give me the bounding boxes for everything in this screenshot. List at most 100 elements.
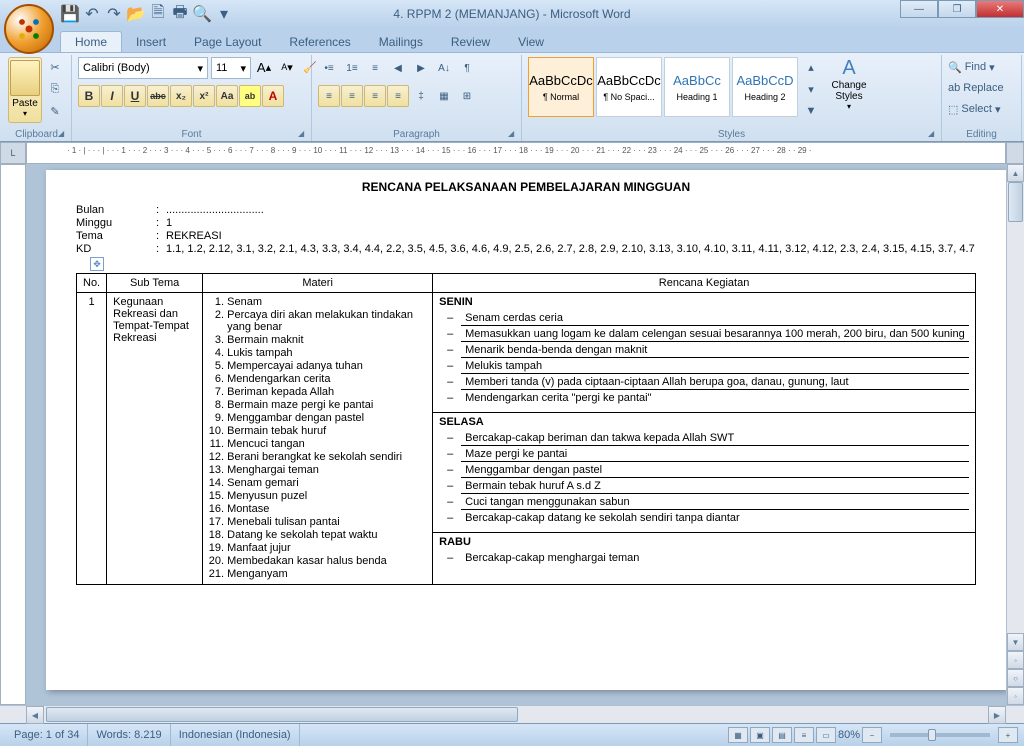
styles-launcher[interactable]: ◢ [928, 129, 938, 139]
vertical-scrollbar[interactable]: ▲ ▼ ◦ ○ ◦ [1006, 164, 1024, 705]
draft-view-button[interactable]: ▭ [816, 727, 836, 743]
document-table: No.Sub TemaMateriRencana Kegiatan 1 Kegu… [76, 273, 976, 585]
scroll-track[interactable] [1007, 182, 1024, 633]
style-item[interactable]: AaBbCcDc¶ No Spaci... [596, 57, 662, 117]
align-center-button[interactable]: ≡ [341, 85, 363, 107]
scroll-right-button[interactable]: ▶ [988, 706, 1006, 724]
font-launcher[interactable]: ◢ [298, 129, 308, 139]
gallery-up-button[interactable]: ▴ [801, 57, 821, 77]
justify-button[interactable]: ≡ [387, 85, 409, 107]
decrease-indent-button[interactable]: ◀ [387, 57, 409, 79]
highlight-button[interactable]: ab [239, 85, 261, 107]
h-scroll-track[interactable] [44, 706, 988, 723]
show-marks-button[interactable]: ¶ [456, 57, 478, 79]
qat-print-icon[interactable]: 🖶 [170, 4, 190, 24]
paragraph-launcher[interactable]: ◢ [508, 129, 518, 139]
shrink-font-button[interactable]: A▾ [277, 57, 297, 77]
close-button[interactable]: ✕ [976, 0, 1024, 18]
minimize-button[interactable]: — [900, 0, 938, 18]
tab-review[interactable]: Review [437, 32, 504, 52]
materi-item: Datang ke sekolah tepat waktu [227, 529, 426, 541]
select-button[interactable]: ⬚Select▾ [948, 99, 1001, 119]
outline-view-button[interactable]: ≡ [794, 727, 814, 743]
qat-open-icon[interactable]: 📂 [126, 4, 146, 24]
sort-button[interactable]: A↓ [433, 57, 455, 79]
scroll-thumb[interactable] [1008, 182, 1023, 222]
ruler-corner[interactable]: L [0, 142, 26, 164]
font-size-combo[interactable]: 11▾ [211, 57, 251, 79]
horizontal-ruler[interactable]: · 1 · | · · · | · · · 1 · · · 2 · · · 3 … [26, 142, 1006, 164]
zoom-thumb[interactable] [928, 729, 936, 741]
tab-view[interactable]: View [504, 32, 558, 52]
qat-dropdown-icon[interactable]: ▾ [214, 4, 234, 24]
qat-undo-icon[interactable]: ↶ [82, 4, 102, 24]
increase-indent-button[interactable]: ▶ [410, 57, 432, 79]
qat-redo-icon[interactable]: ↷ [104, 4, 124, 24]
bold-button[interactable]: B [78, 85, 100, 107]
shading-button[interactable]: ▦ [433, 85, 455, 107]
scroll-up-button[interactable]: ▲ [1007, 164, 1024, 182]
tab-home[interactable]: Home [60, 31, 122, 52]
format-painter-button[interactable]: ✎ [45, 101, 65, 121]
multilevel-button[interactable]: ≡ [364, 57, 386, 79]
horizontal-scrollbar[interactable]: ◀ ▶ [0, 705, 1024, 723]
style-item[interactable]: AaBbCcDHeading 2 [732, 57, 798, 117]
underline-button[interactable]: U [124, 85, 146, 107]
scroll-left-button[interactable]: ◀ [26, 706, 44, 724]
prev-page-button[interactable]: ◦ [1007, 651, 1024, 669]
tab-references[interactable]: References [275, 32, 364, 52]
paste-button[interactable]: Paste ▾ [8, 57, 42, 123]
qat-new-icon[interactable]: 🗎 [148, 4, 168, 24]
status-page[interactable]: Page: 1 of 34 [6, 724, 88, 746]
cut-button[interactable]: ✂ [45, 57, 65, 77]
copy-button[interactable]: ⎘ [45, 79, 65, 99]
replace-button[interactable]: abReplace [948, 78, 1004, 98]
full-screen-view-button[interactable]: ▣ [750, 727, 770, 743]
web-layout-view-button[interactable]: ▤ [772, 727, 792, 743]
next-page-button[interactable]: ◦ [1007, 687, 1024, 705]
strike-button[interactable]: abc [147, 85, 169, 107]
style-item[interactable]: AaBbCcHeading 1 [664, 57, 730, 117]
zoom-in-button[interactable]: + [998, 727, 1018, 743]
borders-button[interactable]: ⊞ [456, 85, 478, 107]
table-move-handle[interactable]: ✥ [90, 257, 104, 271]
font-name-combo[interactable]: Calibri (Body)▾ [78, 57, 208, 79]
tab-page-layout[interactable]: Page Layout [180, 32, 275, 52]
kegiatan-item: Senam cerdas ceria [461, 310, 969, 324]
h-scroll-thumb[interactable] [46, 707, 518, 722]
office-button[interactable] [4, 4, 54, 54]
zoom-slider[interactable] [890, 733, 990, 737]
maximize-button[interactable]: ❐ [938, 0, 976, 18]
numbering-button[interactable]: 1≡ [341, 57, 363, 79]
grow-font-button[interactable]: A▴ [254, 57, 274, 77]
clipboard-launcher[interactable]: ◢ [58, 129, 68, 139]
document-viewport[interactable]: RENCANA PELAKSANAAN PEMBELAJARAN MINGGUA… [26, 164, 1006, 705]
gallery-down-button[interactable]: ▾ [801, 79, 821, 99]
tab-insert[interactable]: Insert [122, 32, 180, 52]
gallery-more-button[interactable]: ▼ [801, 101, 821, 121]
qat-preview-icon[interactable]: 🔍 [192, 4, 212, 24]
print-layout-view-button[interactable]: ▦ [728, 727, 748, 743]
vertical-ruler[interactable] [0, 164, 26, 705]
tab-mailings[interactable]: Mailings [365, 32, 437, 52]
materi-item: Bermain tebak huruf [227, 425, 426, 437]
browse-object-button[interactable]: ○ [1007, 669, 1024, 687]
zoom-out-button[interactable]: − [862, 727, 882, 743]
status-words[interactable]: Words: 8.219 [88, 724, 170, 746]
italic-button[interactable]: I [101, 85, 123, 107]
qat-save-icon[interactable]: 💾 [60, 4, 80, 24]
style-item[interactable]: AaBbCcDc¶ Normal [528, 57, 594, 117]
change-case-button[interactable]: Aa [216, 85, 238, 107]
zoom-level[interactable]: 80% [838, 729, 860, 741]
align-right-button[interactable]: ≡ [364, 85, 386, 107]
align-left-button[interactable]: ≡ [318, 85, 340, 107]
scroll-down-button[interactable]: ▼ [1007, 633, 1024, 651]
font-color-button[interactable]: A [262, 85, 284, 107]
status-language[interactable]: Indonesian (Indonesia) [171, 724, 300, 746]
subscript-button[interactable]: x₂ [170, 85, 192, 107]
superscript-button[interactable]: x² [193, 85, 215, 107]
find-button[interactable]: 🔍Find▾ [948, 57, 995, 77]
change-styles-button[interactable]: A Change Styles ▾ [824, 57, 874, 111]
line-spacing-button[interactable]: ‡ [410, 85, 432, 107]
bullets-button[interactable]: •≡ [318, 57, 340, 79]
